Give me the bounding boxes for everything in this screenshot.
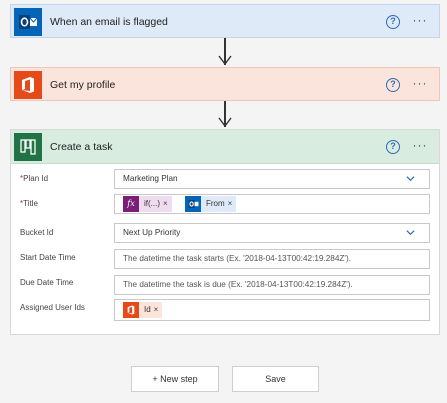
card-title: Get my profile <box>50 79 116 91</box>
more-options-icon[interactable]: ··· <box>411 13 429 29</box>
due-date-label: Due Date Time <box>20 278 74 287</box>
start-date-label: Start Date Time <box>20 253 76 262</box>
planner-icon <box>14 133 42 161</box>
title-input[interactable]: fx if(...) × From × <box>114 194 430 214</box>
action-card-get-profile[interactable]: Get my profile ? ··· <box>10 67 440 101</box>
connector-arrow <box>218 101 232 129</box>
more-options-icon[interactable]: ··· <box>411 76 429 92</box>
connector-arrow <box>218 38 232 67</box>
card-header[interactable]: Get my profile ? ··· <box>11 68 439 102</box>
dynamic-token-id[interactable]: Id × <box>123 302 163 318</box>
dynamic-token-from[interactable]: From × <box>185 196 237 212</box>
card-header[interactable]: When an email is flagged ? ··· <box>11 5 439 39</box>
assigned-user-ids-label: Assigned User Ids <box>20 303 85 312</box>
title-label: *Title <box>20 199 38 208</box>
bucket-id-label: Bucket Id <box>20 228 54 237</box>
dynamic-token-if[interactable]: fx if(...) × <box>123 196 172 212</box>
card-title: When an email is flagged <box>50 16 168 28</box>
fx-icon: fx <box>123 196 139 212</box>
trigger-card-email-flagged[interactable]: When an email is flagged ? ··· <box>10 4 440 38</box>
token-text: Id <box>144 305 151 314</box>
plan-id-dropdown[interactable]: Marketing Plan <box>114 169 430 189</box>
bucket-id-dropdown[interactable]: Next Up Priority <box>114 223 430 243</box>
start-date-input[interactable]: The datetime the task starts (Ex. '2018-… <box>114 249 430 269</box>
office-icon <box>123 302 139 318</box>
token-remove-button[interactable]: × <box>228 196 237 212</box>
outlook-icon <box>14 8 42 36</box>
help-icon[interactable]: ? <box>386 140 400 154</box>
bucket-id-value: Next Up Priority <box>123 228 181 237</box>
assigned-user-ids-input[interactable]: Id × <box>114 299 430 321</box>
new-step-button[interactable]: + New step <box>131 366 219 392</box>
plan-id-label: *Plan Id <box>20 174 49 183</box>
more-options-icon[interactable]: ··· <box>411 138 429 154</box>
chevron-down-icon <box>406 230 415 236</box>
office-icon <box>14 71 42 99</box>
help-icon[interactable]: ? <box>386 15 400 29</box>
card-title: Create a task <box>50 141 113 153</box>
start-date-placeholder: The datetime the task starts (Ex. '2018-… <box>123 254 351 263</box>
chevron-down-icon <box>406 176 415 182</box>
token-text: From <box>206 199 225 208</box>
token-remove-button[interactable]: × <box>163 196 172 212</box>
due-date-input[interactable]: The datetime the task is due (Ex. '2018-… <box>114 275 430 295</box>
card-header[interactable]: Create a task ? ··· <box>11 130 439 164</box>
plan-id-value: Marketing Plan <box>123 174 178 183</box>
outlook-icon <box>185 196 201 212</box>
due-date-placeholder: The datetime the task is due (Ex. '2018-… <box>123 280 353 289</box>
help-icon[interactable]: ? <box>386 78 400 92</box>
token-remove-button[interactable]: × <box>154 302 163 318</box>
token-text: if(...) <box>144 199 160 208</box>
save-button[interactable]: Save <box>232 366 319 392</box>
